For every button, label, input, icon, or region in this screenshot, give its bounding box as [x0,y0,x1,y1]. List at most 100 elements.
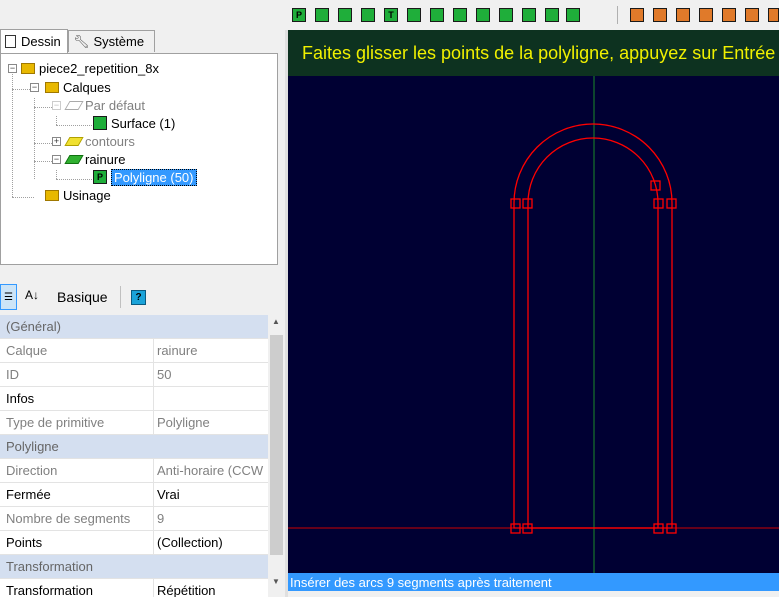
tree-item-par-defaut-label: Par défaut [85,97,145,113]
lightning-icon[interactable] [499,8,513,22]
dots-icon[interactable] [338,8,352,22]
basique-button[interactable]: Basique [57,289,108,305]
rectangle-icon[interactable] [361,8,375,22]
tree-item-calques-label: Calques [63,79,111,95]
property-grid-scrollbar[interactable]: ▲ ▼ [268,315,285,597]
category-label: (Général) [6,319,61,334]
categorized-icon: ☰ [4,291,13,303]
tree-item-surface[interactable]: Surface (1) [93,115,175,131]
collapse-root-toggle[interactable]: − [8,64,17,73]
grid-icon[interactable] [522,8,536,22]
cut-icon[interactable] [630,8,644,22]
tree-item-rainure-label: rainure [85,151,126,167]
expand-contours-toggle[interactable]: + [52,137,61,146]
layer-icon [64,136,84,146]
tab-dessin[interactable]: Dessin [0,29,68,53]
polyline-icon: P [93,170,107,184]
prop-value: Anti-horaire (CCW [157,463,264,478]
property-grid[interactable]: (Général) Calque rainure ID 50 Infos Type … [0,315,268,597]
tree-item-contours[interactable]: contours [64,133,135,149]
arc-icon[interactable] [407,8,421,22]
prop-value: Polyligne [157,415,210,430]
drill-icon[interactable] [676,8,690,22]
category-label: Transformation [6,559,93,574]
tree-item-contours-label: contours [85,133,135,149]
hexagon-icon[interactable] [545,8,559,22]
inner-polyline[interactable] [527,137,659,529]
prop-row-direction[interactable]: Direction Anti-horaire (CCW [0,459,268,483]
tool-icon[interactable] [699,8,713,22]
collapse-calques-toggle[interactable]: − [30,83,39,92]
prop-row-type[interactable]: Type de primitive Polyligne [0,411,268,435]
prop-row-infos[interactable]: Infos [0,387,268,411]
tree-item-rainure[interactable]: rainure [64,151,126,167]
polyline-point-handle[interactable] [510,198,521,209]
scroll-up-icon[interactable]: ▲ [272,317,280,326]
mill-icon[interactable] [722,8,736,22]
drawing-canvas[interactable] [288,30,779,573]
prop-value: 9 [157,511,165,526]
category-polyligne[interactable]: Polyligne [0,435,268,459]
toolbar-separator [120,286,121,308]
tree-item-polyligne-label: Polyligne (50) [111,168,197,186]
prop-name: Points [6,535,43,550]
tree-item-root[interactable]: piece2_repetition_8x [21,60,159,76]
tree-item-polyligne[interactable]: P Polyligne (50) [93,168,197,186]
collapse-rainure-toggle[interactable]: − [52,155,61,164]
prop-row-id[interactable]: ID 50 [0,363,268,387]
layer-icon [64,100,84,110]
outer-polyline[interactable] [513,123,673,529]
prop-value: Répétition [157,583,216,597]
properties-toolbar: ☰ A↓ Basique ? [0,280,285,314]
circle-icon[interactable] [315,8,329,22]
box3d-icon [93,116,107,130]
prop-value: Vrai [157,487,180,502]
prop-name: Direction [6,463,58,478]
page-icon [5,35,16,48]
prop-row-calque[interactable]: Calque rainure [0,339,268,363]
category-transformation[interactable]: Transformation [0,555,268,579]
chamfer-icon[interactable] [768,8,779,22]
drawing-tree[interactable]: − piece2_repetition_8x − Calques − Par d… [0,53,278,265]
prop-row-points[interactable]: Points (Collection) [0,531,268,555]
polyline-edit-icon[interactable] [566,8,580,22]
toolbar-separator [617,6,618,24]
prop-row-fermee[interactable]: Fermée Vrai [0,483,268,507]
tab-dessin-label: Dessin [21,34,61,49]
help-icon: ? [135,292,142,303]
polyline-icon[interactable]: P [292,8,306,22]
main-toolbar: PT [0,0,779,30]
prop-value: rainure [157,343,198,358]
tree-item-usinage-label: Usinage [63,187,111,203]
tree-item-usinage[interactable]: Usinage [45,187,111,203]
scroll-down-icon[interactable]: ▼ [272,577,280,586]
node-icon[interactable] [430,8,444,22]
text-icon[interactable]: T [384,8,398,22]
tree-item-par-defaut[interactable]: Par défaut [64,97,145,113]
category-general[interactable]: (Général) [0,315,268,339]
tab-systeme[interactable]: 🔧︎ Système [68,30,155,52]
folder-icon [21,62,35,74]
instruction-banner: Faites glisser les points de la polylign… [288,30,779,76]
collapse-par-defaut-toggle[interactable]: − [52,101,61,110]
category-label: Polyligne [6,439,59,454]
prop-name: Infos [6,391,35,406]
zigzag-icon[interactable] [476,8,490,22]
folder-icon [45,81,59,93]
prop-value: (Collection) [157,535,223,550]
alphabetical-sort-button[interactable]: A↓ [25,288,39,302]
prop-row-nbseg[interactable]: Nombre de segments 9 [0,507,268,531]
help-button[interactable]: ? [131,290,146,305]
canvas-svg [288,76,779,573]
prop-value: 50 [157,367,172,382]
engrave-icon[interactable] [745,8,759,22]
prop-name: Nombre de segments [6,511,131,526]
status-bar: Insérer des arcs 9 segments après traite… [288,573,779,591]
prop-row-transformation[interactable]: Transformation Répétition [0,579,268,597]
prop-name: ID [6,367,19,382]
pocket-icon[interactable] [653,8,667,22]
categorized-view-button[interactable]: ☰ [0,284,17,310]
box3d-icon[interactable] [453,8,467,22]
tree-item-calques[interactable]: Calques [45,79,111,95]
scroll-thumb[interactable] [270,335,283,555]
